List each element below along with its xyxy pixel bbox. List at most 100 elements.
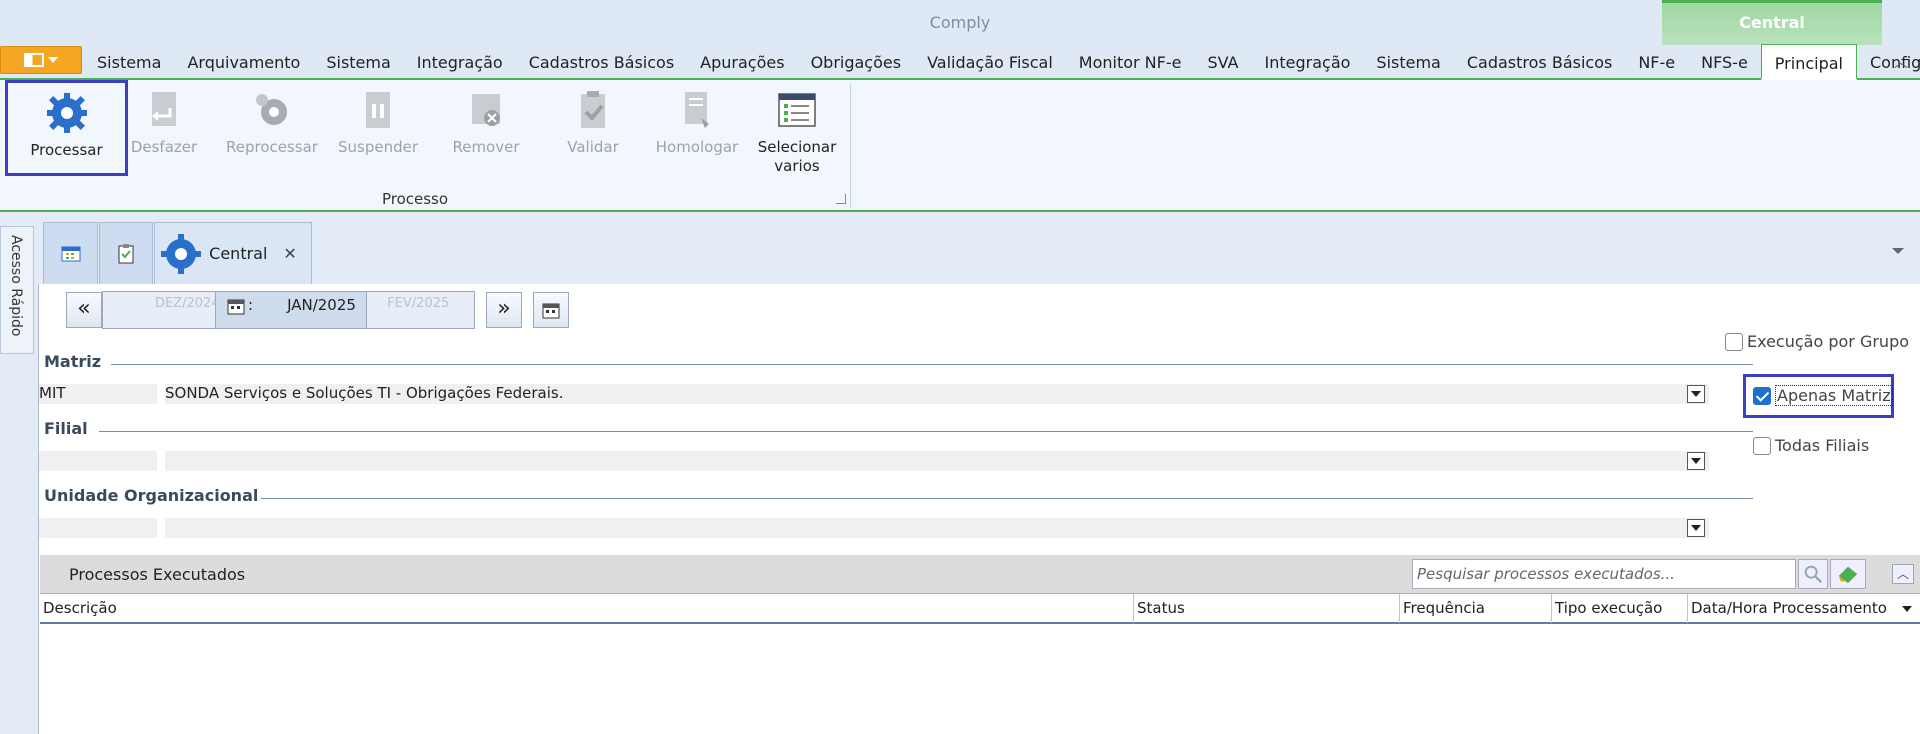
column-data-hora-processamento[interactable]: Data/Hora Processamento	[1688, 594, 1920, 623]
validar-button[interactable]: Validar	[558, 80, 628, 176]
selecionar-varios-button[interactable]: Selecionar varios	[754, 80, 840, 176]
unidade-description	[165, 518, 1709, 538]
processar-button[interactable]: Processar	[5, 80, 128, 176]
checklist-window-icon	[778, 93, 816, 127]
todas-filiais-label: Todas Filiais	[1775, 436, 1870, 455]
remover-label: Remover	[452, 138, 520, 156]
reprocessar-label: Reprocessar	[226, 138, 318, 156]
tab-apuracoes[interactable]: Apurações	[687, 44, 797, 80]
tab-grid-view[interactable]	[43, 222, 98, 285]
validate-clipboard-icon	[581, 91, 605, 128]
remove-document-icon	[472, 94, 500, 126]
tab-sva[interactable]: SVA	[1194, 44, 1251, 80]
group-launcher-icon[interactable]	[836, 194, 846, 204]
grid-header: Descrição Status Frequência Tipo execuçã…	[40, 593, 1920, 624]
unidade-combo[interactable]	[39, 518, 1709, 538]
tab-principal[interactable]: Principal	[1760, 44, 1857, 80]
reprocessar-button[interactable]: Reprocessar	[222, 80, 322, 176]
grid-toolbar: Processos Executados Pesquisar processos…	[40, 555, 1920, 593]
period-separator: :	[248, 296, 254, 314]
grid-body	[40, 624, 1920, 734]
application-menu-button[interactable]	[0, 46, 82, 74]
calendar-icon	[542, 303, 560, 319]
todas-filiais-checkbox[interactable]: Todas Filiais	[1753, 436, 1869, 455]
tab-central[interactable]: Central ✕	[154, 222, 312, 285]
period-next-label: FEV/2025	[387, 296, 450, 311]
desfazer-label: Desfazer	[130, 138, 198, 156]
period-previous-label: DEZ/2024	[155, 296, 220, 311]
period-previous[interactable]: DEZ/2024	[103, 292, 220, 328]
quick-access-label: Acesso Rápido	[8, 235, 24, 337]
period-next[interactable]: FEV/2025	[367, 292, 474, 328]
tab-integracao-2[interactable]: Integração	[1252, 44, 1364, 80]
gear-icon	[161, 233, 202, 274]
period-current[interactable]: : JAN/2025	[215, 292, 368, 328]
column-descricao[interactable]: Descrição	[40, 594, 1134, 623]
grid-icon	[61, 246, 80, 261]
tab-configuracoes[interactable]: Configurações	[1857, 44, 1920, 80]
remover-button[interactable]: Remover	[446, 80, 526, 176]
gears-icon	[256, 94, 287, 125]
tab-obrigacoes[interactable]: Obrigações	[798, 44, 915, 80]
matriz-description: SONDA Serviços e Soluções TI - Obrigaçõe…	[165, 384, 1709, 404]
grid-search-input[interactable]: Pesquisar processos executados...	[1412, 559, 1796, 589]
tab-sistema-2[interactable]: Sistema	[313, 44, 403, 80]
collapse-ribbon-icon[interactable]: ︿	[1892, 52, 1910, 71]
period-current-label: JAN/2025	[287, 296, 356, 314]
apenas-matriz-checkbox[interactable]: Apenas Matriz	[1753, 385, 1893, 406]
title-bar: Comply Central Sistema Arquivamento Sist…	[0, 0, 1920, 80]
tab-cadastros-basicos[interactable]: Cadastros Básicos	[516, 44, 687, 80]
sort-descending-icon	[1902, 606, 1912, 612]
tab-sistema-3[interactable]: Sistema	[1363, 44, 1453, 80]
calendar-button[interactable]	[533, 292, 569, 328]
tab-nfe[interactable]: NF-e	[1625, 44, 1688, 80]
chevron-down-icon[interactable]	[1687, 452, 1705, 470]
tab-checklist-view[interactable]	[99, 222, 153, 285]
eraser-icon	[1838, 566, 1858, 584]
column-tipo-execucao[interactable]: Tipo execução	[1552, 594, 1688, 623]
clipboard-icon	[118, 243, 134, 263]
filial-combo[interactable]	[39, 451, 1709, 471]
suspender-button[interactable]: Suspender	[334, 80, 422, 176]
column-data-hora-label: Data/Hora Processamento	[1691, 599, 1887, 617]
todas-filiais-box	[1753, 436, 1771, 455]
menu-tabs: Sistema Arquivamento Sistema Integração …	[84, 44, 1920, 80]
tab-validacao-fiscal[interactable]: Validação Fiscal	[914, 44, 1066, 80]
document-menu-chevron-icon[interactable]	[1892, 248, 1904, 254]
homologar-label: Homologar	[655, 138, 739, 156]
next-period-button[interactable]: »	[486, 292, 522, 328]
tab-sistema[interactable]: Sistema	[84, 44, 174, 80]
chevron-down-icon[interactable]	[1687, 385, 1705, 403]
chevron-down-icon	[48, 57, 58, 63]
tab-nfse[interactable]: NFS-e	[1688, 44, 1761, 80]
homologar-button[interactable]: Homologar	[652, 80, 742, 176]
filial-description	[165, 451, 1709, 471]
desfazer-button[interactable]: Desfazer	[128, 80, 200, 176]
grid-clear-search-button[interactable]	[1830, 559, 1866, 589]
tab-integracao[interactable]: Integração	[404, 44, 516, 80]
tab-cadastros-basicos-2[interactable]: Cadastros Básicos	[1454, 44, 1625, 80]
grid-collapse-icon[interactable]: ︿	[1892, 564, 1914, 584]
column-status[interactable]: Status	[1134, 594, 1400, 623]
chevron-down-icon[interactable]	[1687, 519, 1705, 537]
grid-search-button[interactable]	[1798, 559, 1828, 589]
calendar-icon	[227, 299, 245, 315]
unidade-code	[39, 518, 157, 538]
matriz-divider	[111, 364, 1753, 365]
document-tabs: Central ✕	[43, 222, 313, 285]
tab-monitor-nfe[interactable]: Monitor NF-e	[1066, 44, 1195, 80]
tab-arquivamento[interactable]: Arquivamento	[174, 44, 313, 80]
quick-access-rail[interactable]: Acesso Rápido	[0, 226, 34, 354]
close-icon[interactable]: ✕	[283, 244, 296, 263]
matriz-code: MIT	[39, 384, 157, 404]
undo-document-icon	[152, 92, 176, 126]
column-frequencia[interactable]: Frequência	[1400, 594, 1552, 623]
execucao-por-grupo-checkbox[interactable]: Execução por Grupo	[1725, 332, 1909, 351]
matriz-combo[interactable]: MIT SONDA Serviços e Soluções TI - Obrig…	[39, 384, 1709, 404]
filial-divider	[99, 431, 1753, 432]
search-icon	[1804, 565, 1823, 584]
filial-section-label: Filial	[44, 419, 88, 438]
approve-document-icon	[685, 92, 709, 128]
previous-period-button[interactable]: «	[66, 292, 102, 328]
unidade-section-label: Unidade Organizacional	[44, 486, 259, 505]
